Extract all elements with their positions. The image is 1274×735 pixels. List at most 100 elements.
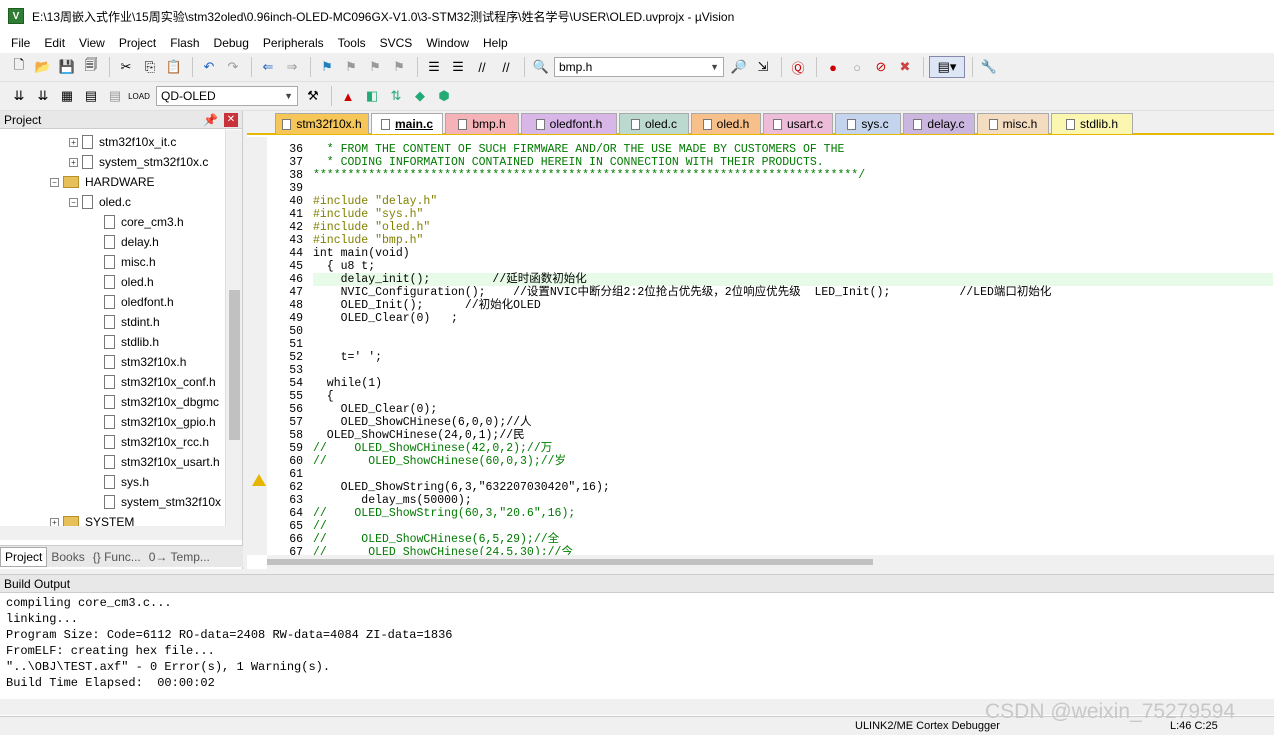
stop-build-icon[interactable]: ▤: [104, 85, 126, 107]
breakpoint-kill-all-icon[interactable]: ✖: [894, 56, 916, 78]
tree-file[interactable]: + system_stm32f10x.c: [69, 152, 208, 172]
new-file-icon[interactable]: 🗋: [8, 56, 30, 78]
menu-tools[interactable]: Tools: [331, 36, 373, 50]
find-icon[interactable]: 🔎: [728, 56, 750, 78]
editor-gutter[interactable]: [247, 137, 267, 555]
manage-project-icon[interactable]: ▲: [337, 85, 359, 107]
tree-folder[interactable]: − HARDWARE: [50, 172, 155, 192]
undo-icon[interactable]: ↶: [198, 56, 220, 78]
editor-tab-bmp-h[interactable]: bmp.h: [445, 113, 519, 134]
editor-tab-usart-c[interactable]: usart.c: [763, 113, 833, 134]
tree-file[interactable]: oled.h: [104, 272, 154, 292]
translate-icon[interactable]: ⇊: [8, 85, 30, 107]
download-icon[interactable]: LOAD: [128, 85, 150, 107]
bookmark-next-icon[interactable]: ⚑: [364, 56, 386, 78]
tree-file[interactable]: stdint.h: [104, 312, 160, 332]
configure-icon[interactable]: 🔧: [978, 56, 1000, 78]
tree-file[interactable]: stm32f10x.h: [104, 352, 186, 372]
project-horizontal-scrollbar[interactable]: [0, 526, 240, 540]
pack-installer-icon[interactable]: ⬢: [433, 85, 455, 107]
menu-svcs[interactable]: SVCS: [373, 36, 420, 50]
tree-file[interactable]: system_stm32f10x: [104, 492, 221, 512]
project-vertical-scrollbar[interactable]: [225, 130, 242, 540]
collapse-icon[interactable]: −: [50, 177, 59, 187]
debug-start-icon[interactable]: Ⓠ: [787, 56, 809, 78]
tree-file[interactable]: delay.h: [104, 232, 159, 252]
tree-file[interactable]: stm32f10x_usart.h: [104, 452, 220, 472]
collapse-icon[interactable]: −: [69, 197, 78, 207]
navigate-back-icon[interactable]: ⇐: [257, 56, 279, 78]
select-packs-icon[interactable]: ◆: [409, 85, 431, 107]
editor-tab-misc-h[interactable]: misc.h: [977, 113, 1049, 134]
expand-icon[interactable]: +: [69, 157, 78, 167]
indent-icon[interactable]: ☰: [423, 56, 445, 78]
bookmark-icon[interactable]: ⚑: [316, 56, 338, 78]
editor-tab-oled-h[interactable]: oled.h: [691, 113, 761, 134]
tree-file[interactable]: stm32f10x_conf.h: [104, 372, 216, 392]
bookmark-prev-icon[interactable]: ⚑: [340, 56, 362, 78]
project-tab-1[interactable]: Books: [47, 547, 88, 567]
save-all-icon[interactable]: 🗐: [80, 56, 102, 78]
build-icon[interactable]: ⇊: [32, 85, 54, 107]
project-tab-3[interactable]: 0→ Temp...: [145, 547, 214, 567]
menu-debug[interactable]: Debug: [207, 36, 256, 50]
menu-help[interactable]: Help: [476, 36, 515, 50]
open-file-icon[interactable]: 📂: [32, 56, 54, 78]
window-layout-icon[interactable]: ▤▾: [929, 56, 965, 78]
editor-tab-delay-c[interactable]: delay.c: [903, 113, 975, 134]
editor-tab-sys-c[interactable]: sys.c: [835, 113, 901, 134]
target-combo[interactable]: QD-OLED ▼: [156, 86, 298, 106]
menu-edit[interactable]: Edit: [37, 36, 72, 50]
project-tab-0[interactable]: Project: [0, 546, 48, 567]
editor-tab-stm32f10x-h[interactable]: stm32f10x.h: [275, 113, 369, 134]
tree-file[interactable]: core_cm3.h: [104, 212, 184, 232]
redo-icon[interactable]: ↷: [222, 56, 244, 78]
copy-icon[interactable]: ⎘: [139, 56, 161, 78]
menu-window[interactable]: Window: [419, 36, 476, 50]
target-options-icon[interactable]: ⚒: [302, 85, 324, 107]
tree-file[interactable]: stm32f10x_dbgmc: [104, 392, 219, 412]
editor-tab-oledfont-h[interactable]: oledfont.h: [521, 113, 617, 134]
tree-file[interactable]: stm32f10x_rcc.h: [104, 432, 209, 452]
breakpoint-insert-icon[interactable]: ●: [822, 56, 844, 78]
batch-build-icon[interactable]: ▤: [80, 85, 102, 107]
menu-flash[interactable]: Flash: [163, 36, 206, 50]
rebuild-icon[interactable]: ▦: [56, 85, 78, 107]
cut-icon[interactable]: ✂: [115, 56, 137, 78]
paste-icon[interactable]: 📋: [163, 56, 185, 78]
menu-project[interactable]: Project: [112, 36, 163, 50]
tree-file[interactable]: + stm32f10x_it.c: [69, 132, 176, 152]
manage-multi-project-icon[interactable]: ◧: [361, 85, 383, 107]
incremental-find-icon[interactable]: ⇲: [752, 56, 774, 78]
breakpoint-disable-all-icon[interactable]: ⊘: [870, 56, 892, 78]
editor-tab-oled-c[interactable]: oled.c: [619, 113, 689, 134]
editor-horizontal-scrollbar[interactable]: [267, 555, 1274, 569]
navigate-forward-icon[interactable]: ⇒: [281, 56, 303, 78]
menu-peripherals[interactable]: Peripherals: [256, 36, 331, 50]
menu-file[interactable]: File: [4, 36, 37, 50]
scrollbar-thumb[interactable]: [229, 290, 240, 440]
tree-file[interactable]: stm32f10x_gpio.h: [104, 412, 216, 432]
expand-icon[interactable]: +: [69, 137, 78, 147]
project-tab-2[interactable]: {} Func...: [89, 547, 145, 567]
bookmark-clear-icon[interactable]: ⚑: [388, 56, 410, 78]
find-in-files-icon[interactable]: 🔍: [530, 56, 552, 78]
tree-file[interactable]: oledfont.h: [104, 292, 174, 312]
menu-view[interactable]: View: [72, 36, 112, 50]
unindent-icon[interactable]: ☰: [447, 56, 469, 78]
tree-file[interactable]: − oled.c: [69, 192, 131, 212]
tree-file[interactable]: misc.h: [104, 252, 156, 272]
pin-icon[interactable]: 📌: [203, 113, 218, 127]
editor-tab-stdlib-h[interactable]: stdlib.h: [1051, 113, 1133, 134]
code-area[interactable]: * FROM THE CONTENT OF SUCH FIRMWARE AND/…: [313, 137, 1273, 555]
tree-file[interactable]: stdlib.h: [104, 332, 159, 352]
save-icon[interactable]: 💾: [56, 56, 78, 78]
close-icon[interactable]: ✕: [224, 112, 238, 127]
tree-file[interactable]: sys.h: [104, 472, 149, 492]
find-combo[interactable]: bmp.h ▼: [554, 57, 724, 77]
scrollbar-thumb[interactable]: [267, 559, 873, 565]
manage-rte-icon[interactable]: ⇅: [385, 85, 407, 107]
editor-tab-main-c[interactable]: main.c: [371, 113, 443, 134]
comment-icon[interactable]: //: [471, 56, 493, 78]
breakpoint-disable-icon[interactable]: ○: [846, 56, 868, 78]
